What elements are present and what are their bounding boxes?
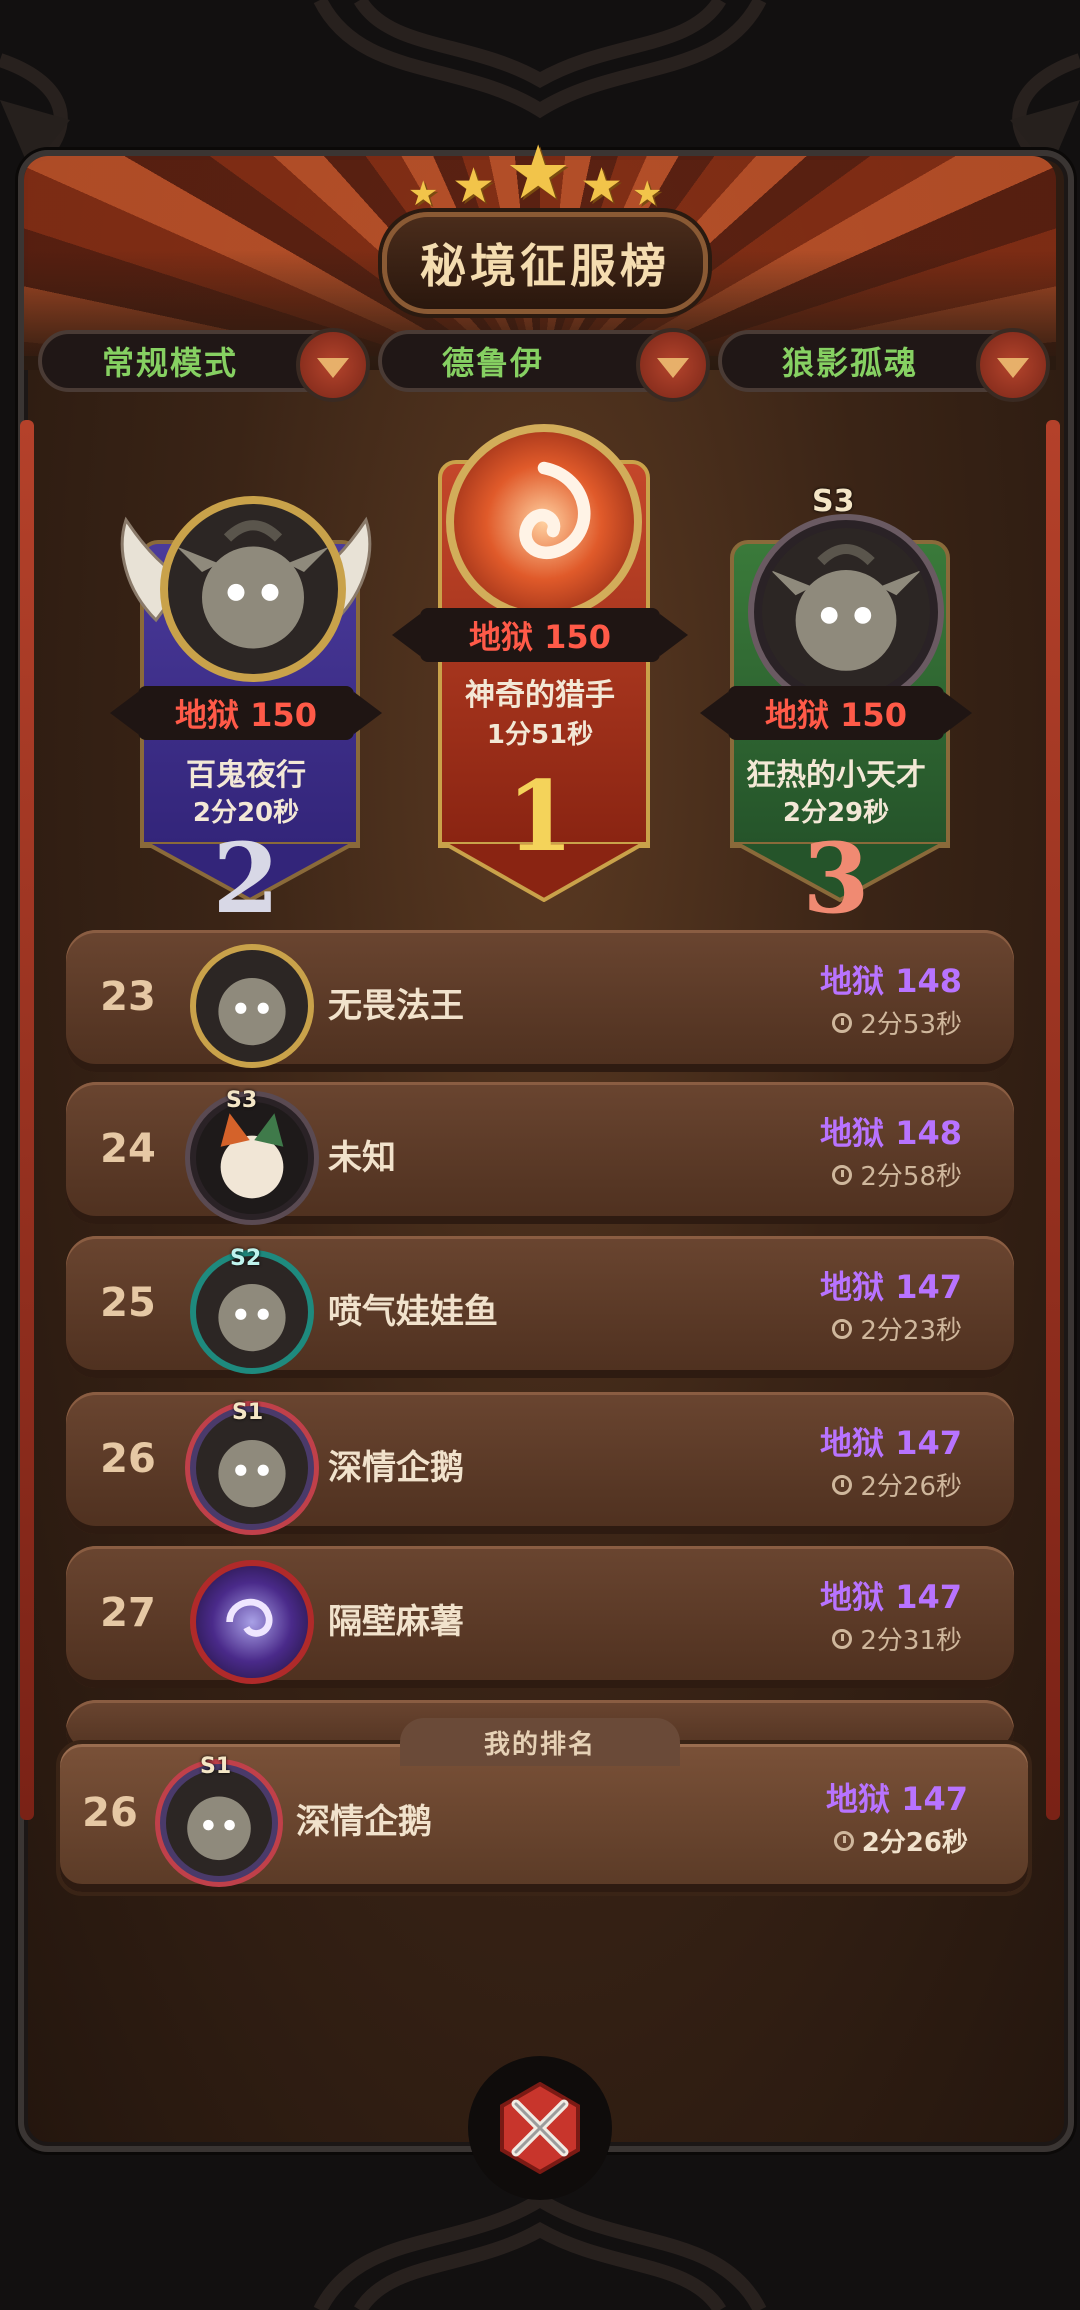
fire-spiral-icon xyxy=(519,461,591,560)
close-x-icon xyxy=(500,2082,580,2174)
avatar[interactable] xyxy=(160,1764,278,1882)
list-item[interactable]: 24 S3 未知 地狱 148 2分58秒 xyxy=(66,1082,1014,1224)
row-rank: 27 xyxy=(100,1590,156,1636)
clock-icon xyxy=(832,1628,853,1649)
star-icon: ★ xyxy=(580,158,624,214)
podium-second-name: 百鬼夜行 xyxy=(186,758,306,793)
my-rank-name: 深情企鹅 xyxy=(296,1802,432,1842)
chevron-down-icon[interactable] xyxy=(636,328,710,402)
row-score: 地狱 147 xyxy=(820,1578,962,1616)
class-dropdown[interactable]: 德鲁伊 xyxy=(378,328,710,402)
row-time-value: 2分53秒 xyxy=(860,1010,962,1040)
podium-third-difficulty: 地狱 150 xyxy=(700,686,972,740)
mode-dropdown[interactable]: 常规模式 xyxy=(38,328,370,402)
row-time: 2分23秒 xyxy=(832,1310,962,1347)
row-time: 2分31秒 xyxy=(832,1620,962,1657)
clock-icon xyxy=(833,1830,854,1851)
druid-face-icon xyxy=(218,1284,286,1352)
fox-face-icon xyxy=(220,1113,284,1199)
row-name: 隔壁麻薯 xyxy=(328,1602,464,1642)
list-item[interactable]: 23 无畏法王 地狱 148 2分53秒 xyxy=(66,930,1014,1072)
star-icon: ★ xyxy=(505,130,572,216)
mode-dropdown-label: 常规模式 xyxy=(102,344,239,382)
my-rank-score: 地狱 147 xyxy=(826,1780,968,1818)
season-badge: S1 xyxy=(200,1754,232,1779)
druid-face-icon xyxy=(218,1440,286,1508)
row-rank: 23 xyxy=(100,974,156,1020)
podium-first-rank: 1 xyxy=(506,760,574,873)
row-name: 深情企鹅 xyxy=(328,1448,464,1488)
row-score: 地狱 148 xyxy=(820,962,962,1000)
row-score: 地狱 147 xyxy=(820,1268,962,1306)
row-time-value: 2分26秒 xyxy=(860,1472,962,1502)
moon-swirl-icon xyxy=(226,1598,273,1637)
my-rank-time-value: 2分26秒 xyxy=(861,1828,968,1858)
list-item[interactable]: 27 隔壁麻薯 地狱 147 2分31秒 xyxy=(66,1546,1014,1688)
row-score: 地狱 147 xyxy=(820,1424,962,1462)
podium-first-time: 1分51秒 xyxy=(486,720,594,750)
list-item[interactable]: 25 S2 喷气娃娃鱼 地狱 147 2分23秒 xyxy=(66,1236,1014,1378)
row-name: 未知 xyxy=(328,1138,396,1178)
star-icon: ★ xyxy=(632,174,663,214)
podium-first-name: 神奇的猎手 xyxy=(465,678,615,713)
podium-first-difficulty: 地狱 150 xyxy=(392,608,688,662)
druid-face-icon xyxy=(770,544,922,671)
clock-icon xyxy=(832,1318,853,1339)
clock-icon xyxy=(832,1164,853,1185)
left-rail xyxy=(20,420,34,1820)
star-icon: ★ xyxy=(452,158,496,214)
row-rank: 25 xyxy=(100,1280,156,1326)
close-button[interactable] xyxy=(468,2056,612,2200)
row-score: 地狱 148 xyxy=(820,1114,962,1152)
row-time: 2分26秒 xyxy=(832,1466,962,1503)
season-badge: S3 xyxy=(812,484,855,519)
page-title: 秘境征服榜 xyxy=(382,212,708,314)
rating-stars: ★ ★ ★ ★ ★ xyxy=(400,130,680,220)
list-item[interactable]: 26 S1 深情企鹅 地狱 147 2分26秒 xyxy=(66,1392,1014,1534)
row-rank: 26 xyxy=(100,1436,156,1482)
podium-third-name: 狂热的小天才 xyxy=(746,758,926,793)
avatar[interactable] xyxy=(446,424,642,620)
row-name: 喷气娃娃鱼 xyxy=(328,1292,498,1332)
right-rail xyxy=(1046,420,1060,1820)
row-time: 2分53秒 xyxy=(832,1004,962,1041)
hero-dropdown-label: 狼影孤魂 xyxy=(782,344,919,382)
row-name: 无畏法王 xyxy=(328,986,464,1026)
clock-icon xyxy=(832,1012,853,1033)
row-rank: 24 xyxy=(100,1126,156,1172)
podium-third-rank: 3 xyxy=(802,822,870,935)
druid-face-icon xyxy=(218,978,286,1046)
season-badge: S1 xyxy=(232,1400,264,1425)
druid-face-icon xyxy=(187,1796,251,1861)
chevron-down-icon[interactable] xyxy=(296,328,370,402)
avatar[interactable] xyxy=(190,944,314,1068)
avatar[interactable] xyxy=(190,1560,314,1684)
my-rank-label: 我的排名 xyxy=(400,1718,680,1766)
podium-second-difficulty: 地狱 150 xyxy=(110,686,382,740)
class-dropdown-label: 德鲁伊 xyxy=(442,344,545,382)
druid-face-icon xyxy=(176,520,330,649)
row-time-value: 2分31秒 xyxy=(860,1626,962,1656)
chevron-down-icon[interactable] xyxy=(976,328,1050,402)
podium-second-rank: 2 xyxy=(212,822,280,935)
row-time-value: 2分23秒 xyxy=(860,1316,962,1346)
my-rank-time: 2分26秒 xyxy=(833,1822,968,1859)
clock-icon xyxy=(832,1474,853,1495)
avatar[interactable] xyxy=(754,520,938,704)
season-badge: S3 xyxy=(226,1088,258,1113)
row-time-value: 2分58秒 xyxy=(860,1162,962,1192)
season-badge: S2 xyxy=(230,1246,262,1271)
my-rank-number: 26 xyxy=(82,1790,138,1836)
avatar[interactable] xyxy=(160,496,346,682)
avatar[interactable] xyxy=(190,1096,314,1220)
row-time: 2分58秒 xyxy=(832,1156,962,1193)
star-icon: ★ xyxy=(408,174,439,214)
hero-dropdown[interactable]: 狼影孤魂 xyxy=(718,328,1050,402)
